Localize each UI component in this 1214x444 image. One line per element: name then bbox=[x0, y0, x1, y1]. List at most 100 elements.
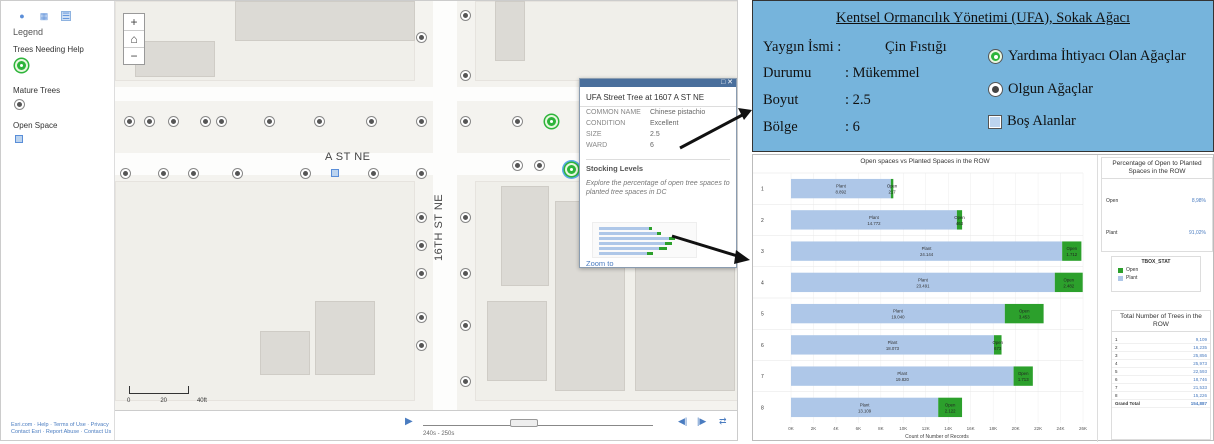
percentage-title: Percentage of Open to Planted Spaces in … bbox=[1102, 158, 1212, 179]
bar-series-label: Open bbox=[1018, 371, 1029, 376]
x-tick-label: 2K bbox=[811, 426, 817, 431]
plant-bar bbox=[791, 303, 1005, 324]
x-axis-label: Count of Number of Records bbox=[905, 434, 969, 440]
total-row: 8 15,226 bbox=[1112, 392, 1210, 400]
bar-value-label: 14.772 bbox=[867, 221, 881, 226]
total-value: 16,235 bbox=[1193, 345, 1207, 350]
total-trees-title: Total Number of Trees in the ROW bbox=[1112, 311, 1210, 332]
bar-value-label: 18.073 bbox=[886, 346, 900, 351]
arrowhead bbox=[734, 250, 750, 264]
total-value: 9,109 bbox=[1195, 337, 1207, 342]
info-legend-label: Boş Alanlar bbox=[1007, 113, 1076, 129]
total-key: 6 bbox=[1115, 377, 1118, 382]
tbox-legend-label: Plant bbox=[1126, 275, 1138, 281]
bar-series-label: Plant bbox=[918, 277, 929, 282]
bar-series-label: Open bbox=[1064, 277, 1075, 282]
info-value: Çin Fıstığı bbox=[885, 39, 947, 55]
category-label: 8 bbox=[761, 405, 764, 411]
total-row: 7 21,533 bbox=[1112, 384, 1210, 392]
open-bar bbox=[1013, 366, 1033, 386]
total-key: 7 bbox=[1115, 385, 1118, 390]
open-bar bbox=[1004, 303, 1044, 324]
total-row: 3 25,856 bbox=[1112, 352, 1210, 360]
tbox-legend-title: TBOX_STAT bbox=[1141, 259, 1171, 265]
total-value: 21,533 bbox=[1193, 385, 1207, 390]
open-bar bbox=[993, 335, 1002, 355]
bar-value-label: 19.040 bbox=[891, 315, 905, 320]
bar-value-label: 463 bbox=[956, 221, 964, 226]
bar-value-label: 13.109 bbox=[858, 408, 872, 413]
arrow-to-dashboard bbox=[671, 234, 745, 260]
open-space-icon bbox=[989, 115, 1001, 128]
bar-value-label: 673 bbox=[994, 346, 1002, 351]
bar-value-label: 1.712 bbox=[1066, 252, 1077, 257]
total-key: 3 bbox=[1115, 353, 1118, 358]
tbox-legend-item: Open bbox=[1112, 267, 1200, 273]
tbox-legend-item: Plant bbox=[1112, 275, 1200, 281]
total-key: 1 bbox=[1115, 337, 1118, 342]
plant-bar bbox=[791, 210, 957, 230]
x-tick-label: 22K bbox=[1034, 426, 1042, 431]
tbox-legend: TBOX_STAT Open Plant bbox=[1111, 256, 1201, 292]
arrowhead bbox=[738, 108, 752, 120]
open-bar bbox=[938, 397, 963, 418]
bar-series-label: Plant bbox=[922, 246, 933, 251]
percentage-row-plant: Plant 91,02% bbox=[1106, 230, 1210, 236]
total-key: 2 bbox=[1115, 345, 1118, 350]
total-value: 154,887 bbox=[1190, 401, 1207, 406]
bar-series-label: Open bbox=[992, 340, 1003, 345]
help-tree-icon bbox=[989, 50, 1002, 63]
bar-series-label: Open bbox=[887, 184, 898, 189]
x-tick-label: 12K bbox=[922, 426, 930, 431]
dashboard: Open spaces vs Planted Spaces in the ROW… bbox=[752, 154, 1214, 442]
category-label: 5 bbox=[761, 312, 764, 318]
info-title: Kentsel Ormancılık Yönetimi (UFA), Sokak… bbox=[836, 10, 1130, 26]
open-bar bbox=[1062, 241, 1082, 261]
total-trees-panel: Total Number of Trees in the ROW 1 9,109 … bbox=[1111, 310, 1211, 440]
plant-bar bbox=[791, 241, 1063, 261]
bar-series-label: Plant bbox=[860, 402, 871, 407]
plant-bar bbox=[791, 178, 891, 199]
arrow-to-info bbox=[679, 110, 749, 150]
plant-bar bbox=[791, 335, 994, 355]
total-key: 4 bbox=[1115, 361, 1118, 366]
info-legend-help: Yardıma İhtiyacı Olan Ağaçlar bbox=[989, 48, 1186, 65]
bar-value-label: 19.820 bbox=[896, 377, 910, 382]
info-legend-label: Yardıma İhtiyacı Olan Ağaçlar bbox=[1008, 48, 1186, 64]
info-legend-open: Boş Alanlar bbox=[989, 113, 1076, 130]
bar-value-label: 2.122 bbox=[945, 408, 956, 413]
total-value: 25,856 bbox=[1193, 353, 1207, 358]
bar-series-label: Open bbox=[954, 215, 965, 220]
bar-series-label: Plant bbox=[893, 309, 904, 314]
tbox-legend-label: Open bbox=[1126, 267, 1139, 273]
open-bar bbox=[890, 178, 894, 199]
total-key: 5 bbox=[1115, 369, 1118, 374]
open-bar bbox=[1054, 272, 1083, 293]
x-tick-label: 24K bbox=[1057, 426, 1065, 431]
info-key: Yaygın İsmi : bbox=[763, 39, 842, 55]
x-tick-label: 26K bbox=[1079, 426, 1087, 431]
total-value: 18,746 bbox=[1193, 377, 1207, 382]
total-row: 4 25,973 bbox=[1112, 360, 1210, 368]
info-legend-mature: Olgun Ağaçlar bbox=[989, 81, 1093, 98]
plant-bar bbox=[791, 397, 939, 418]
bar-value-label: 23.491 bbox=[916, 283, 930, 288]
total-row: 5 22,593 bbox=[1112, 368, 1210, 376]
category-label: 6 bbox=[761, 343, 764, 349]
bar-value-label: 2.482 bbox=[1063, 283, 1074, 288]
x-tick-label: 4K bbox=[833, 426, 839, 431]
bar-series-label: Open bbox=[945, 402, 956, 407]
info-key: Durumu bbox=[763, 65, 812, 81]
bar-chart: 0K 2K 4K 6K 8K 10K 12K 14K 16K 18K 20K 22K 24K 26K Cou… bbox=[753, 172, 1087, 440]
plant-bar bbox=[791, 366, 1014, 386]
bar-value-label: 8.892 bbox=[836, 190, 847, 195]
bar-series-label: Open bbox=[1067, 246, 1078, 251]
total-value: 15,226 bbox=[1193, 393, 1207, 398]
x-tick-label: 10K bbox=[899, 426, 907, 431]
bar-series-label: Plant bbox=[897, 371, 908, 376]
total-row: 6 18,746 bbox=[1112, 376, 1210, 384]
category-label: 4 bbox=[761, 280, 764, 286]
category-label: 2 bbox=[761, 218, 764, 224]
bar-value-label: 3.453 bbox=[1019, 315, 1030, 320]
percentage-key: Open bbox=[1106, 198, 1119, 204]
